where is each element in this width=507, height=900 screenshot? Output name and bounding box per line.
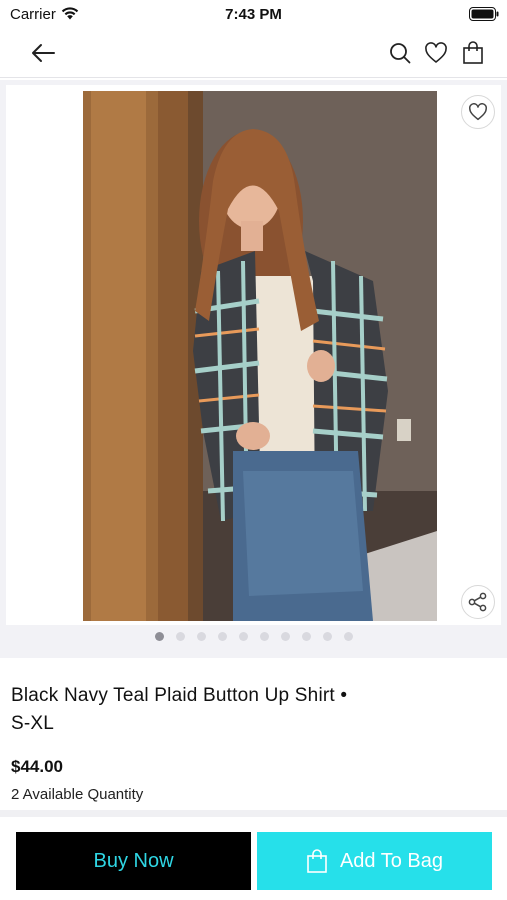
pagination-dot[interactable]	[301, 632, 311, 641]
pagination-dot[interactable]	[280, 632, 290, 641]
search-icon	[390, 43, 411, 64]
back-arrow-icon	[32, 44, 55, 62]
shopping-bag-icon	[307, 849, 327, 873]
status-bar: Carrier 7:43 PM	[0, 0, 507, 28]
battery-icon	[469, 7, 499, 21]
gallery-pagination-dots	[0, 632, 507, 644]
pagination-dot[interactable]	[196, 632, 206, 641]
product-title: Black Navy Teal Plaid Button Up Shirt • …	[11, 685, 348, 734]
pagination-dot[interactable]	[217, 632, 227, 641]
heart-icon	[425, 42, 447, 63]
share-button[interactable]	[461, 585, 495, 619]
pagination-dot[interactable]	[259, 632, 269, 641]
add-to-bag-button[interactable]: Add To Bag	[257, 832, 492, 890]
section-divider	[0, 810, 507, 817]
pagination-dot[interactable]	[238, 632, 248, 641]
heart-icon	[469, 103, 487, 121]
cart-button[interactable]	[458, 38, 488, 68]
wishlist-button[interactable]	[421, 38, 451, 68]
pagination-dot[interactable]	[322, 632, 332, 641]
pagination-dot[interactable]	[175, 632, 185, 641]
favorite-button[interactable]	[461, 95, 495, 129]
buy-now-button[interactable]: Buy Now	[16, 832, 251, 890]
pagination-dot[interactable]	[343, 632, 353, 641]
clock: 7:43 PM	[225, 6, 282, 23]
share-icon	[468, 592, 487, 612]
pagination-dot[interactable]	[154, 632, 164, 641]
product-photo[interactable]	[83, 91, 437, 621]
product-info: Black Navy Teal Plaid Button Up Shirt • …	[0, 658, 507, 810]
bottom-action-bar: Buy Now Add To Bag	[0, 817, 507, 900]
search-button[interactable]	[385, 38, 415, 68]
available-quantity: 2 Available Quantity	[11, 786, 144, 803]
top-navigation-bar	[0, 28, 507, 78]
product-price: $44.00	[11, 757, 63, 776]
back-button[interactable]	[28, 38, 58, 68]
shopping-bag-icon	[463, 41, 483, 64]
add-to-bag-label: Add To Bag	[339, 849, 444, 872]
product-photo-illustration	[83, 91, 437, 621]
buy-now-label: Buy Now	[93, 849, 174, 872]
